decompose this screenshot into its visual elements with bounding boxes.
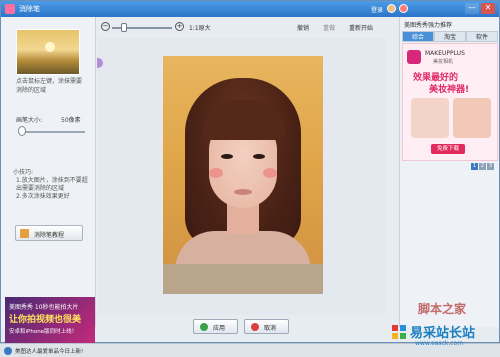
right-ad-banner[interactable]: MAKEUPPLUS 美妆相机 效果最好的 美妆神器! 免费下载 xyxy=(402,43,498,161)
tab-comprehensive[interactable]: 综合 xyxy=(402,31,434,42)
photo-mouth xyxy=(234,189,252,195)
left-ad-banner[interactable]: 美图秀秀 10秒也能拍大片 让你拍视频也很美 安卓和iPhone版同时上线！ xyxy=(5,297,95,343)
restart-button[interactable]: 重新开始 xyxy=(349,23,373,32)
minimize-button[interactable]: — xyxy=(465,3,479,14)
watermark-url: www.easck.com xyxy=(415,340,464,347)
brush-size-label: 画笔大小: xyxy=(16,117,43,124)
ad-pager: 123 xyxy=(470,162,494,170)
tab-software[interactable]: 软件 xyxy=(466,31,498,42)
panel-toggle-handle[interactable] xyxy=(97,58,103,68)
ad-brand-sub: 美妆相机 xyxy=(433,59,454,65)
left-ad-line1: 美图秀秀 10秒也能拍大片 xyxy=(9,304,79,311)
photo-right-eye xyxy=(253,154,265,159)
ad-brand: MAKEUPPLUS xyxy=(425,50,465,57)
app-logo-icon xyxy=(5,4,15,14)
portrait-photo[interactable] xyxy=(163,56,323,294)
eraser-icon xyxy=(20,229,29,238)
original-size-button[interactable]: 1:1原大 xyxy=(189,23,211,32)
apply-button[interactable]: 应用 xyxy=(193,319,238,334)
cancel-icon xyxy=(251,323,259,331)
eraser-tutorial-button[interactable]: 消除笔教程 xyxy=(15,225,83,241)
login-link[interactable]: 登录 xyxy=(371,5,383,14)
brush-size-knob[interactable] xyxy=(18,126,27,136)
redo-button[interactable]: 重做 xyxy=(323,23,335,32)
photo-left-blush xyxy=(209,168,223,178)
editor-window: 消除笔 登录 — ✕ 点击鼠标左键，涂抹需要消除的区域 画笔大小: 50像素 小… xyxy=(0,0,500,343)
pager-page-3[interactable]: 3 xyxy=(487,163,494,170)
photo-sweater xyxy=(163,264,323,294)
check-icon xyxy=(200,323,208,331)
eraser-tutorial-label: 消除笔教程 xyxy=(34,232,65,239)
left-ad-line3: 安卓和iPhone版同时上线！ xyxy=(9,329,78,335)
usage-hint: 点击鼠标左键，涂抹需要消除的区域 xyxy=(16,78,83,94)
canvas-toolbar: − + 1:1原大 撤销 重做 重新开始 xyxy=(97,18,385,38)
left-ad-line2: 让你拍视频也很美 xyxy=(9,315,82,325)
pager-page-2[interactable]: 2 xyxy=(479,163,486,170)
status-message[interactable]: 美图达人最爱单品今日上新! xyxy=(15,347,83,355)
recommend-tabs: 综合 淘宝 软件 xyxy=(402,31,498,42)
cancel-button[interactable]: 取消 xyxy=(244,319,289,334)
zoom-in-icon[interactable]: + xyxy=(175,22,184,31)
recommend-title: 美图秀秀强力推荐 xyxy=(404,22,453,29)
zoom-knob[interactable] xyxy=(121,23,127,32)
watermark-site-name: 易采站长站 xyxy=(410,326,476,341)
tips-title: 小技巧: xyxy=(13,169,34,176)
makeupplus-logo-icon xyxy=(407,50,421,64)
pager-page-1[interactable]: 1 xyxy=(471,163,478,170)
title-bar: 消除笔 登录 — ✕ xyxy=(1,1,499,17)
photo-neck xyxy=(227,204,259,234)
ad-phone-image-2 xyxy=(453,98,491,138)
photo-canvas[interactable] xyxy=(97,38,385,315)
ad-headline-2: 美妆神器! xyxy=(429,85,470,95)
cancel-label: 取消 xyxy=(264,325,277,332)
photo-right-blush xyxy=(263,168,277,178)
weibo-icon[interactable] xyxy=(399,4,408,13)
ad-download-button[interactable]: 免费下载 xyxy=(431,144,465,154)
user-avatar-icon[interactable] xyxy=(387,4,396,13)
close-button[interactable]: ✕ xyxy=(481,3,495,14)
brush-size-value: 50像素 xyxy=(61,117,81,124)
ad-phone-image-1 xyxy=(411,98,449,138)
watermark-text: 脚本之家 xyxy=(418,302,467,316)
sun-icon xyxy=(45,42,55,52)
zoom-out-icon[interactable]: − xyxy=(101,22,110,31)
tips-text: 1.放大图片，涂抹到不要超出需要消除的区域 2.多次涂抹效果更好 xyxy=(16,177,88,200)
tab-taobao[interactable]: 淘宝 xyxy=(434,31,466,42)
info-icon xyxy=(4,347,12,355)
undo-button[interactable]: 撤销 xyxy=(297,23,309,32)
preview-thumbnail xyxy=(16,29,80,75)
left-panel: 点击鼠标左键，涂抹需要消除的区域 画笔大小: 50像素 小技巧: 1.放大图片，… xyxy=(1,17,96,343)
brush-size-slider[interactable] xyxy=(19,131,85,133)
right-panel: 美图秀秀强力推荐 综合 淘宝 软件 MAKEUPPLUS 美妆相机 效果最好的 … xyxy=(399,17,499,327)
watermark-logo-icon xyxy=(392,325,406,339)
photo-left-eye xyxy=(221,154,233,159)
window-title: 消除笔 xyxy=(19,5,40,13)
apply-label: 应用 xyxy=(213,325,226,332)
